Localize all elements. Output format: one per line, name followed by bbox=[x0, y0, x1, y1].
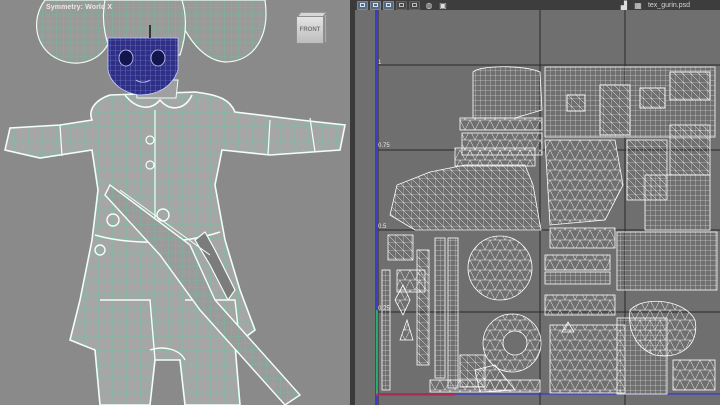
viewcube-front-face[interactable]: FRONT bbox=[296, 16, 324, 44]
3d-viewport[interactable]: Symmetry: World X FRONT bbox=[0, 0, 350, 405]
texture-icon[interactable]: ▟ bbox=[619, 1, 629, 10]
uv-editor-panel[interactable]: ◍ ▣ ▟ ▦ tex_gurin.psd 1 0.75 0.5 0.25 bbox=[355, 0, 720, 405]
uv-label-1: 1 bbox=[378, 60, 382, 66]
symmetry-label: Symmetry: World X bbox=[46, 4, 113, 11]
uv-frame-icon[interactable] bbox=[409, 0, 420, 10]
uv-grid-icon[interactable] bbox=[357, 0, 368, 10]
uv-canvas[interactable]: 1 0.75 0.5 0.25 bbox=[355, 10, 720, 405]
uv-label-05: 0.5 bbox=[378, 224, 387, 230]
uv-label-025: 0.25 bbox=[378, 306, 390, 312]
checker-pattern-icon[interactable]: ▦ bbox=[633, 1, 643, 10]
viewcube-side-face[interactable] bbox=[324, 14, 327, 43]
character-wireframe-mesh bbox=[4, 0, 346, 405]
uv-layout bbox=[375, 10, 720, 405]
texture-name-label[interactable]: tex_gurin.psd bbox=[648, 2, 690, 9]
snapshot-icon[interactable]: ▣ bbox=[438, 1, 448, 10]
uv-toolbar: ◍ ▣ ▟ ▦ tex_gurin.psd bbox=[355, 0, 720, 10]
uv-pin-icon[interactable] bbox=[396, 0, 407, 10]
viewcube[interactable]: FRONT bbox=[296, 12, 327, 46]
uv-label-075: 0.75 bbox=[378, 143, 390, 149]
uv-shell-icon[interactable] bbox=[370, 0, 381, 10]
uv-checker-icon[interactable] bbox=[383, 0, 394, 10]
sphere-icon[interactable]: ◍ bbox=[424, 1, 434, 10]
